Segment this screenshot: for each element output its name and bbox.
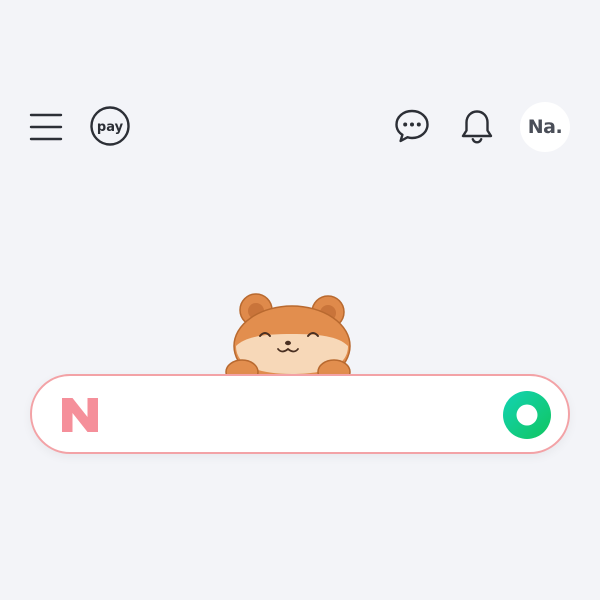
hamburger-menu-icon (29, 113, 63, 141)
search-bar[interactable] (30, 374, 570, 454)
avatar-label: Na. (527, 116, 563, 138)
notification-button[interactable] (457, 106, 497, 146)
menu-button[interactable] (28, 110, 64, 144)
chat-button[interactable] (392, 106, 432, 146)
search-submit-button[interactable] (502, 390, 552, 440)
search-input[interactable] (122, 396, 496, 436)
green-ring-search-icon (503, 391, 551, 439)
avatar[interactable]: Na. (520, 102, 570, 152)
pay-label: pay (97, 120, 124, 135)
pay-icon: pay (90, 106, 130, 146)
naver-logo[interactable] (60, 396, 100, 434)
page: pay Na. (0, 0, 600, 600)
bear-mascot (216, 288, 356, 387)
naver-n-icon (62, 398, 98, 432)
bell-icon (461, 110, 493, 144)
pay-button[interactable]: pay (89, 105, 131, 147)
chat-bubble-icon (395, 109, 429, 143)
